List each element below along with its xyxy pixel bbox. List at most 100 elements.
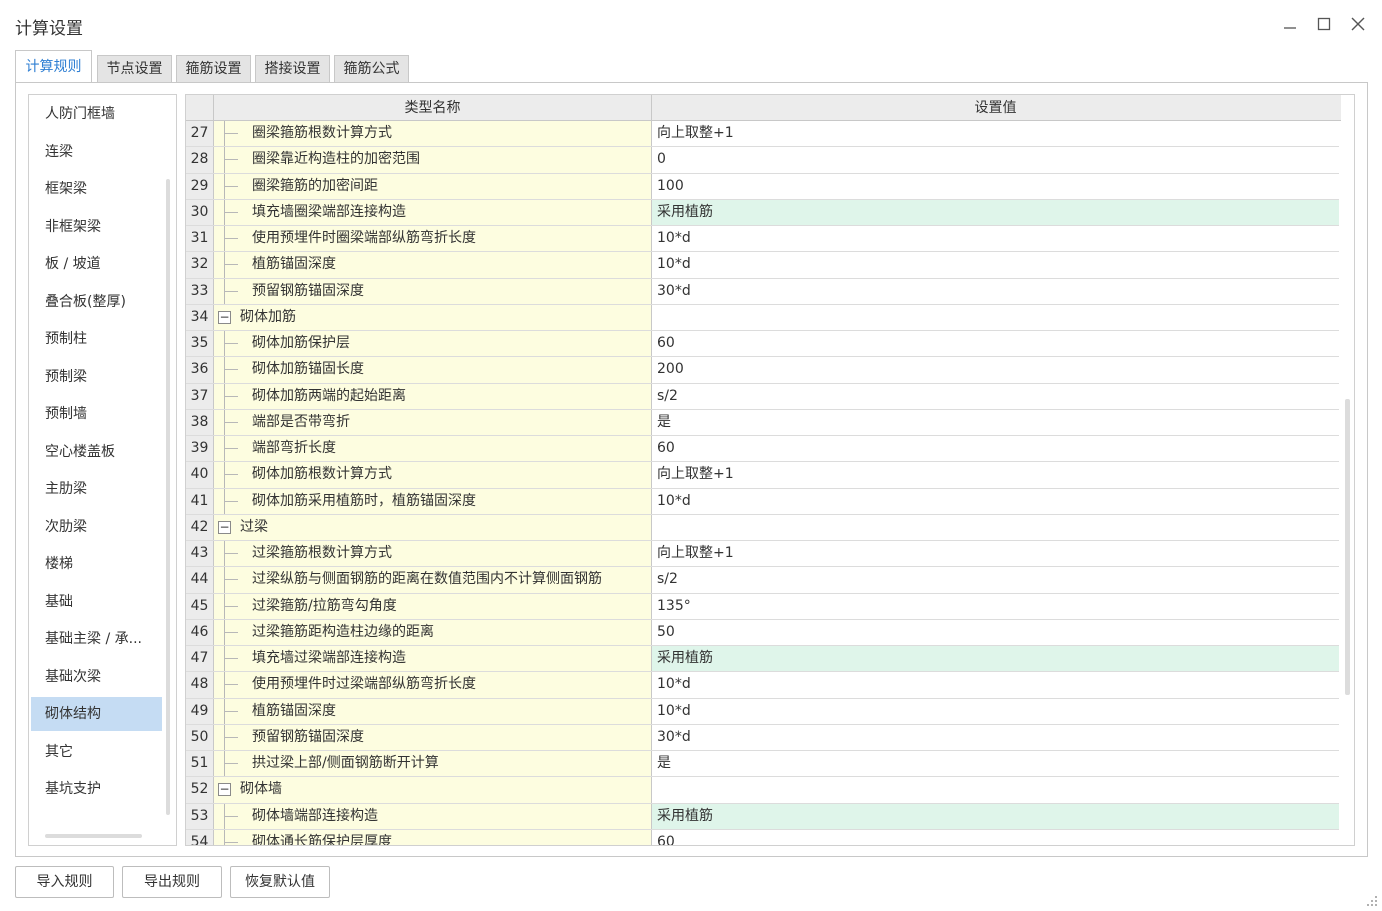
- setting-value-cell[interactable]: 是: [652, 410, 1339, 435]
- type-name-cell[interactable]: − 砌体墙: [214, 777, 652, 803]
- type-name-cell[interactable]: 预留钢筋锚固深度: [214, 278, 652, 304]
- maximize-icon[interactable]: [1313, 13, 1335, 35]
- setting-value-cell[interactable]: 是: [652, 751, 1339, 776]
- collapse-toggle-icon[interactable]: −: [218, 310, 231, 324]
- sidebar-item[interactable]: 空心楼盖板: [31, 435, 162, 469]
- sidebar-item[interactable]: 非框架梁: [31, 210, 162, 244]
- type-name-cell[interactable]: 砌体通长筋保护层厚度: [214, 829, 652, 845]
- table-row[interactable]: 49 植筋锚固深度 10*d: [186, 698, 1339, 725]
- tab-calc-rules[interactable]: 计算规则: [15, 50, 92, 83]
- type-name-cell[interactable]: 过梁箍筋根数计算方式: [214, 541, 652, 567]
- setting-value-cell[interactable]: [652, 777, 1339, 802]
- type-name-cell[interactable]: 植筋锚固深度: [214, 698, 652, 724]
- table-row[interactable]: 33 预留钢筋锚固深度 30*d: [186, 278, 1339, 305]
- type-name-cell[interactable]: 砌体加筋两端的起始距离: [214, 383, 652, 409]
- table-row[interactable]: 29 圈梁箍筋的加密间距 100: [186, 173, 1339, 200]
- sidebar-item[interactable]: 次肋梁: [31, 510, 162, 544]
- setting-value-cell[interactable]: 向上取整+1: [652, 462, 1339, 487]
- sidebar-item[interactable]: 砌体结构: [31, 697, 162, 731]
- type-name-cell[interactable]: 填充墙过梁端部连接构造: [214, 646, 652, 672]
- setting-value-cell[interactable]: 10*d: [652, 489, 1339, 514]
- table-row[interactable]: 30 填充墙圈梁端部连接构造 采用植筋: [186, 199, 1339, 226]
- sidebar-item[interactable]: 叠合板(整厚): [31, 285, 162, 319]
- setting-value-cell[interactable]: 10*d: [652, 672, 1339, 697]
- table-row[interactable]: 47 填充墙过梁端部连接构造 采用植筋: [186, 646, 1339, 673]
- minimize-icon[interactable]: [1279, 13, 1301, 35]
- type-name-cell[interactable]: 圈梁靠近构造柱的加密范围: [214, 147, 652, 173]
- table-row[interactable]: 41 砌体加筋采用植筋时，植筋锚固深度 10*d: [186, 488, 1339, 515]
- table-row[interactable]: 28 圈梁靠近构造柱的加密范围 0: [186, 147, 1339, 174]
- type-name-cell[interactable]: 拱过梁上部/侧面钢筋断开计算: [214, 751, 652, 777]
- setting-value-cell[interactable]: 135°: [652, 594, 1339, 619]
- sidebar-item[interactable]: 主肋梁: [31, 472, 162, 506]
- setting-value-cell[interactable]: 10*d: [652, 699, 1339, 724]
- type-name-cell[interactable]: 过梁箍筋距构造柱边缘的距离: [214, 619, 652, 645]
- table-group-row[interactable]: 34− 砌体加筋: [186, 304, 1339, 331]
- import-rules-button[interactable]: 导入规则: [15, 866, 114, 898]
- type-name-cell[interactable]: 使用预埋件时圈梁端部纵筋弯折长度: [214, 226, 652, 252]
- type-name-cell[interactable]: − 过梁: [214, 514, 652, 540]
- setting-value-cell[interactable]: 采用植筋: [652, 646, 1339, 672]
- sidebar-horizontal-scrollbar[interactable]: [45, 834, 142, 838]
- type-name-cell[interactable]: 使用预埋件时过梁端部纵筋弯折长度: [214, 672, 652, 698]
- table-row[interactable]: 43 过梁箍筋根数计算方式 向上取整+1: [186, 541, 1339, 568]
- table-row[interactable]: 51 拱过梁上部/侧面钢筋断开计算 是: [186, 751, 1339, 778]
- setting-value-cell[interactable]: 采用植筋: [652, 199, 1339, 225]
- table-row[interactable]: 53 砌体墙端部连接构造 采用植筋: [186, 803, 1339, 830]
- setting-value-cell[interactable]: 0: [652, 147, 1339, 172]
- setting-value-cell[interactable]: 30*d: [652, 725, 1339, 750]
- type-name-cell[interactable]: 过梁箍筋/拉筋弯勾角度: [214, 593, 652, 619]
- setting-value-cell[interactable]: 60: [652, 436, 1339, 461]
- setting-value-cell[interactable]: 10*d: [652, 252, 1339, 277]
- column-header-type-name[interactable]: 类型名称: [214, 95, 652, 121]
- collapse-toggle-icon[interactable]: −: [218, 520, 231, 534]
- type-name-cell[interactable]: 砌体加筋根数计算方式: [214, 462, 652, 488]
- type-name-cell[interactable]: 砌体墙端部连接构造: [214, 803, 652, 829]
- table-group-row[interactable]: 52− 砌体墙: [186, 777, 1339, 804]
- tab-lap-settings[interactable]: 搭接设置: [255, 55, 330, 82]
- sidebar-item[interactable]: 基础主梁 / 承...: [31, 622, 162, 656]
- setting-value-cell[interactable]: 60: [652, 830, 1339, 845]
- type-name-cell[interactable]: 砌体加筋采用植筋时，植筋锚固深度: [214, 488, 652, 514]
- type-name-cell[interactable]: 植筋锚固深度: [214, 252, 652, 278]
- setting-value-cell[interactable]: [652, 515, 1339, 540]
- table-row[interactable]: 38 端部是否带弯折 是: [186, 409, 1339, 436]
- type-name-cell[interactable]: 端部弯折长度: [214, 436, 652, 462]
- table-row[interactable]: 37 砌体加筋两端的起始距离 s/2: [186, 383, 1339, 410]
- table-row[interactable]: 35 砌体加筋保护层 60: [186, 331, 1339, 358]
- table-row[interactable]: 32 植筋锚固深度 10*d: [186, 252, 1339, 279]
- sidebar-item[interactable]: 其它: [31, 735, 162, 769]
- setting-value-cell[interactable]: [652, 305, 1339, 330]
- sidebar-item[interactable]: 预制墙: [31, 397, 162, 431]
- sidebar-item[interactable]: 基坑支护: [31, 772, 162, 806]
- table-row[interactable]: 54 砌体通长筋保护层厚度 60: [186, 829, 1339, 845]
- type-name-cell[interactable]: 砌体加筋保护层: [214, 331, 652, 357]
- tab-stirrup-settings[interactable]: 箍筋设置: [176, 55, 251, 82]
- table-group-row[interactable]: 42− 过梁: [186, 514, 1339, 541]
- export-rules-button[interactable]: 导出规则: [122, 866, 222, 898]
- setting-value-cell[interactable]: 200: [652, 357, 1339, 382]
- table-row[interactable]: 40 砌体加筋根数计算方式 向上取整+1: [186, 462, 1339, 489]
- column-header-setting-value[interactable]: 设置值: [652, 95, 1339, 121]
- setting-value-cell[interactable]: 60: [652, 331, 1339, 356]
- table-row[interactable]: 46 过梁箍筋距构造柱边缘的距离 50: [186, 619, 1339, 646]
- setting-value-cell[interactable]: 50: [652, 620, 1339, 645]
- grid-vertical-scrollbar[interactable]: [1345, 399, 1350, 695]
- table-row[interactable]: 31 使用预埋件时圈梁端部纵筋弯折长度 10*d: [186, 226, 1339, 253]
- setting-value-cell[interactable]: 10*d: [652, 226, 1339, 251]
- table-row[interactable]: 45 过梁箍筋/拉筋弯勾角度 135°: [186, 593, 1339, 620]
- type-name-cell[interactable]: 过梁纵筋与侧面钢筋的距离在数值范围内不计算侧面钢筋: [214, 567, 652, 593]
- close-icon[interactable]: [1347, 13, 1369, 35]
- type-name-cell[interactable]: − 砌体加筋: [214, 304, 652, 330]
- setting-value-cell[interactable]: s/2: [652, 384, 1339, 409]
- restore-defaults-button[interactable]: 恢复默认值: [230, 866, 330, 898]
- sidebar-item[interactable]: 预制柱: [31, 322, 162, 356]
- setting-value-cell[interactable]: 采用植筋: [652, 803, 1339, 829]
- table-row[interactable]: 27 圈梁箍筋根数计算方式 向上取整+1: [186, 121, 1339, 148]
- sidebar-item[interactable]: 基础: [31, 585, 162, 619]
- sidebar-item[interactable]: 框架梁: [31, 172, 162, 206]
- setting-value-cell[interactable]: 向上取整+1: [652, 541, 1339, 566]
- resize-grip-icon[interactable]: [1366, 895, 1378, 907]
- tab-node-settings[interactable]: 节点设置: [97, 55, 172, 82]
- type-name-cell[interactable]: 圈梁箍筋根数计算方式: [214, 121, 652, 147]
